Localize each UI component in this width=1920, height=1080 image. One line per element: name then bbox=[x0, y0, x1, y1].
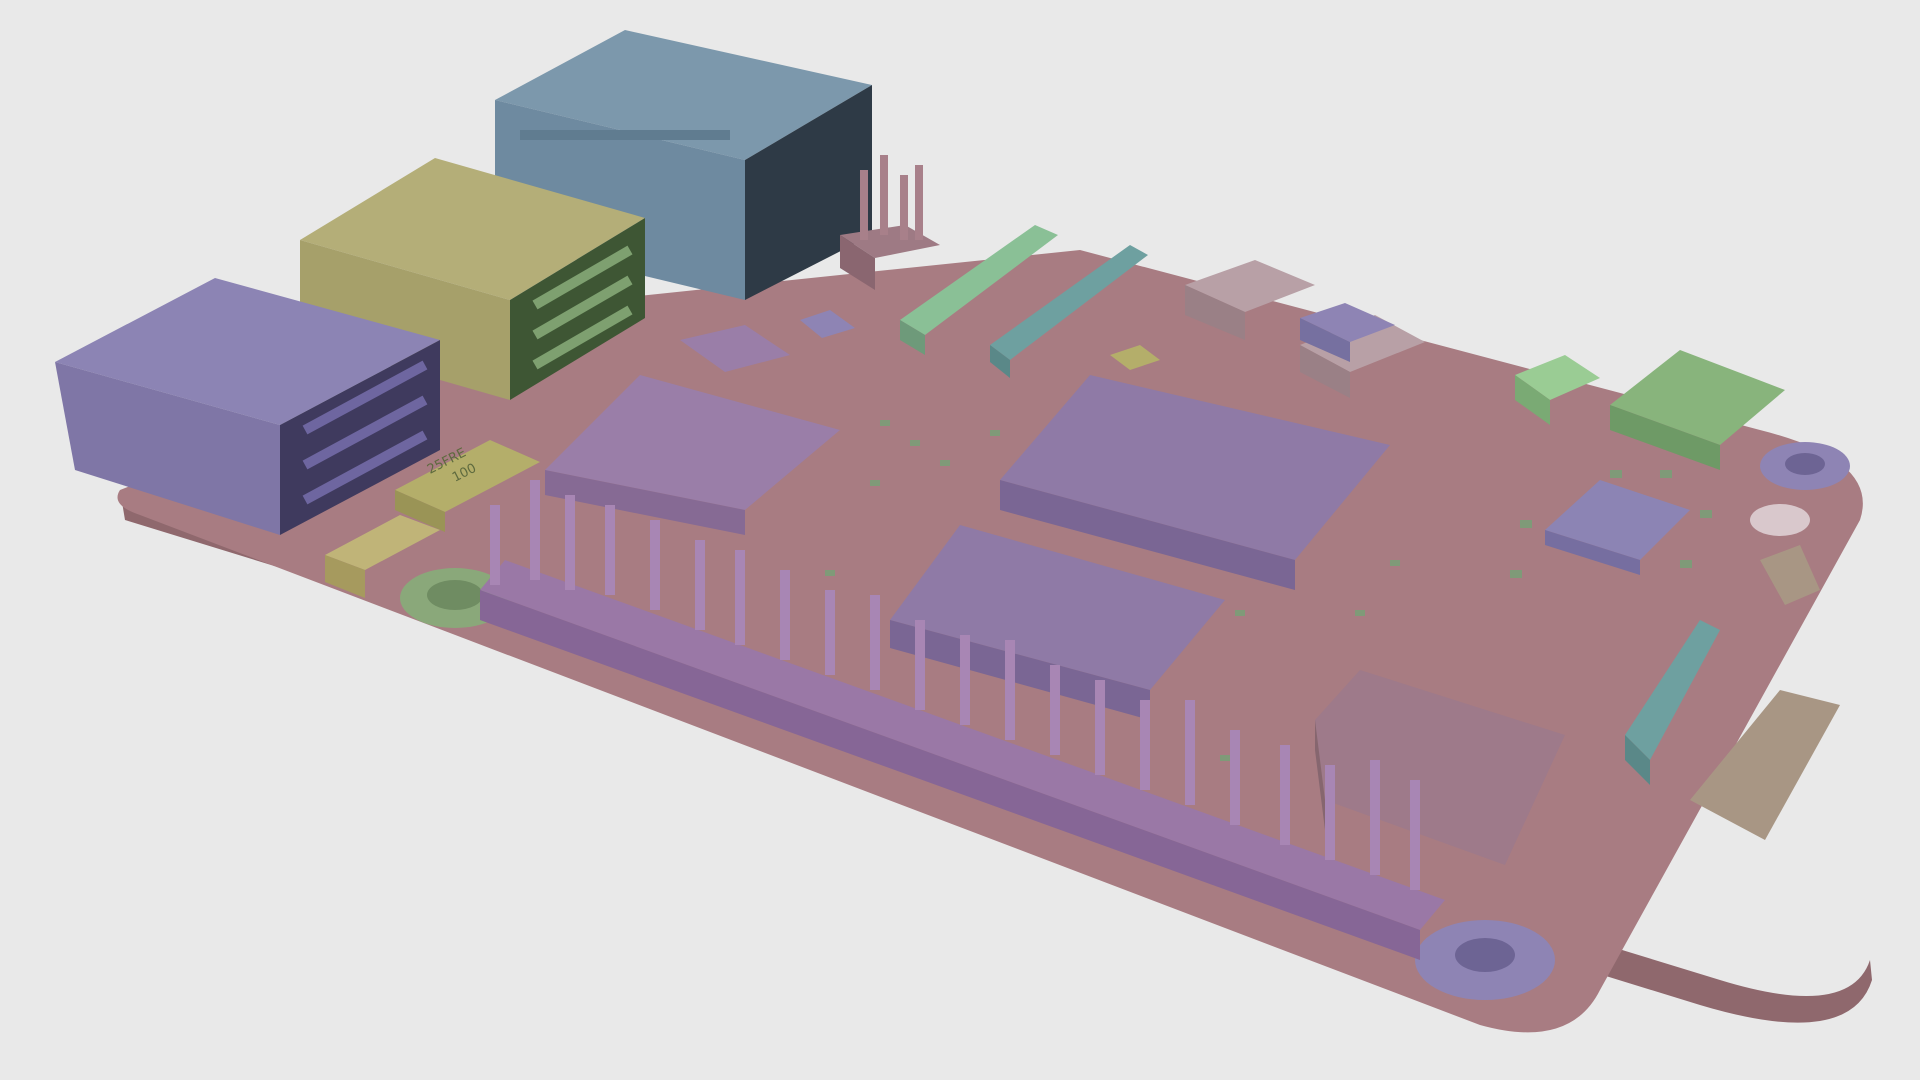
mounting-hole bbox=[1750, 504, 1810, 536]
pcb-scene: 100 25FRE bbox=[55, 30, 1872, 1033]
mounting-hole bbox=[1760, 442, 1850, 490]
render-viewport: 100 25FRE bbox=[0, 0, 1920, 1080]
mounting-hole bbox=[1415, 920, 1555, 1000]
